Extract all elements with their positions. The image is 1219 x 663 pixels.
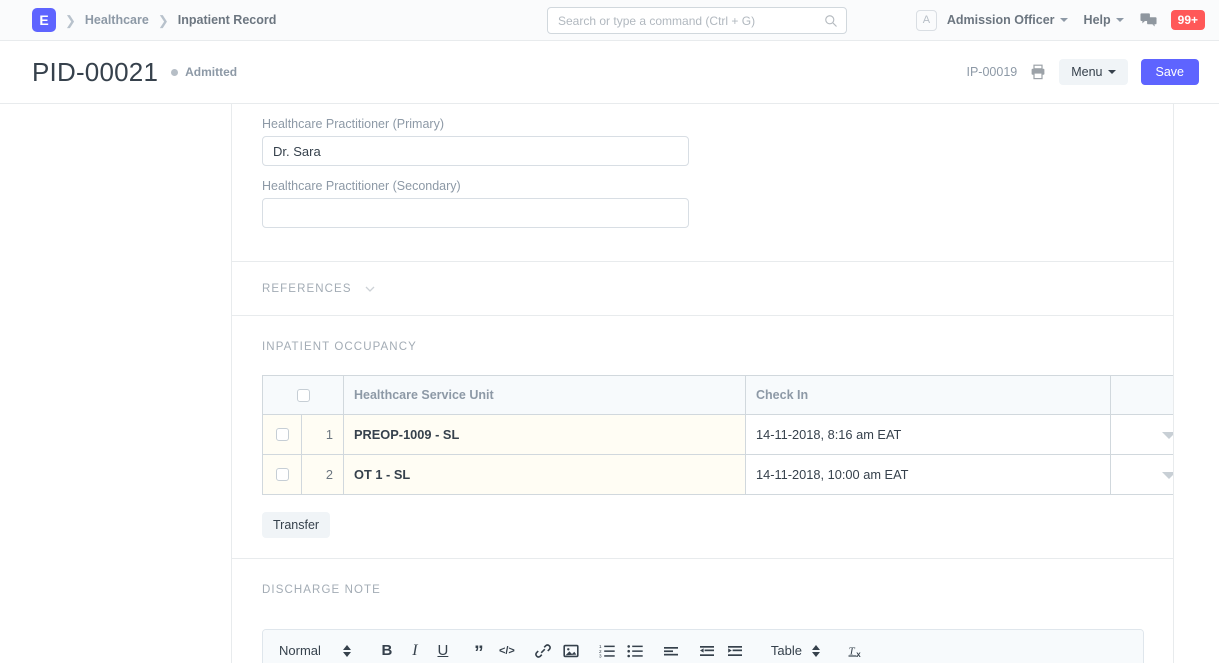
navbar-right: A Admission Officer Help 99+ — [916, 10, 1205, 31]
table-select[interactable]: Table — [767, 643, 824, 658]
chevron-down-icon[interactable] — [1162, 432, 1174, 439]
avatar[interactable]: A — [916, 10, 937, 31]
references-title: REFERENCES — [262, 283, 352, 295]
image-icon[interactable] — [557, 637, 585, 663]
inpatient-occupancy-section: INPATIENT OCCUPANCY Healthcare Service U… — [232, 316, 1173, 559]
chevron-down-icon[interactable] — [1162, 472, 1174, 479]
breadcrumb-healthcare[interactable]: Healthcare — [85, 13, 149, 27]
save-button[interactable]: Save — [1141, 59, 1200, 86]
chevron-updown-icon[interactable] — [343, 645, 351, 657]
row-service-unit[interactable]: PREOP-1009 - SL — [344, 415, 746, 455]
references-section[interactable]: REFERENCES — [232, 262, 1173, 316]
align-left-icon[interactable] — [657, 637, 685, 663]
column-header-unit[interactable]: Healthcare Service Unit — [344, 376, 746, 415]
page-title: PID-00021 — [32, 57, 158, 88]
primary-practitioner-input[interactable] — [262, 136, 689, 166]
select-all-checkbox[interactable] — [297, 389, 310, 402]
bold-icon[interactable]: B — [373, 637, 401, 663]
right-gutter — [1174, 104, 1219, 663]
clear-format-icon[interactable]: T x — [842, 637, 870, 663]
row-check-in[interactable]: 14-11-2018, 8:16 am EAT — [746, 415, 1111, 455]
ordered-list-icon[interactable]: 1 2 3 — [593, 637, 621, 663]
primary-practitioner-label: Healthcare Practitioner (Primary) — [262, 117, 1143, 131]
chat-icon[interactable] — [1140, 12, 1157, 29]
row-check-in[interactable]: 14-11-2018, 10:00 am EAT — [746, 455, 1111, 495]
row-index: 1 — [302, 415, 344, 455]
references-header[interactable]: REFERENCES — [262, 283, 376, 295]
notification-badge[interactable]: 99+ — [1171, 10, 1205, 30]
left-gutter — [0, 104, 231, 663]
status-badge: Admitted — [171, 65, 237, 79]
underline-icon[interactable]: U — [429, 637, 457, 663]
practitioner-section: Healthcare Practitioner (Primary) Health… — [232, 104, 1173, 262]
column-header-check-in[interactable]: Check In — [746, 376, 1111, 415]
table-row[interactable]: 2 OT 1 - SL 14-11-2018, 10:00 am EAT — [263, 455, 1175, 495]
row-checkbox-cell[interactable] — [263, 415, 302, 455]
row-checkbox[interactable] — [276, 468, 289, 481]
table-header-row: Healthcare Service Unit Check In — [263, 376, 1175, 415]
top-navbar: E ❯ Healthcare ❯ Inpatient Record A Admi… — [0, 0, 1219, 41]
form-card: Healthcare Practitioner (Primary) Health… — [231, 104, 1174, 663]
app-logo[interactable]: E — [32, 8, 56, 32]
printer-icon[interactable] — [1030, 64, 1046, 80]
code-icon[interactable]: </> — [493, 637, 521, 663]
transfer-button[interactable]: Transfer — [262, 512, 330, 538]
help-menu[interactable]: Help — [1084, 13, 1124, 27]
blockquote-icon[interactable]: ” — [465, 637, 493, 663]
svg-text:x: x — [856, 650, 861, 659]
discharge-note-section: DISCHARGE NOTE Normal B I U ” </> — [232, 559, 1173, 663]
table-row[interactable]: 1 PREOP-1009 - SL 14-11-2018, 8:16 am EA… — [263, 415, 1175, 455]
row-checkbox[interactable] — [276, 428, 289, 441]
italic-icon[interactable]: I — [401, 637, 429, 663]
table-select-value: Table — [771, 643, 802, 658]
chevron-down-icon — [1116, 18, 1124, 22]
menu-button[interactable]: Menu — [1059, 59, 1127, 86]
page-body: Healthcare Practitioner (Primary) Health… — [0, 104, 1219, 663]
row-index: 2 — [302, 455, 344, 495]
text-style-value: Normal — [279, 643, 321, 658]
editor-toolbar: Normal B I U ” </> — [263, 630, 1143, 663]
breadcrumb-separator-2: ❯ — [158, 14, 169, 27]
user-menu-label: Admission Officer — [947, 13, 1055, 27]
occupancy-table: Healthcare Service Unit Check In 1 PREOP… — [262, 375, 1174, 495]
svg-text:3: 3 — [599, 653, 602, 658]
menu-button-label: Menu — [1071, 66, 1102, 79]
outdent-icon[interactable] — [693, 637, 721, 663]
discharge-note-title: DISCHARGE NOTE — [262, 584, 1143, 596]
document-id: IP-00019 — [966, 65, 1017, 79]
breadcrumb-inpatient-record[interactable]: Inpatient Record — [178, 13, 277, 27]
text-style-select[interactable]: Normal — [275, 643, 355, 658]
secondary-practitioner-input[interactable] — [262, 198, 689, 228]
row-expand-cell[interactable] — [1111, 415, 1175, 455]
bullet-list-icon[interactable] — [621, 637, 649, 663]
secondary-practitioner-label: Healthcare Practitioner (Secondary) — [262, 179, 1143, 193]
indent-icon[interactable] — [721, 637, 749, 663]
row-expand-cell[interactable] — [1111, 455, 1175, 495]
chevron-down-icon — [1060, 18, 1068, 22]
chevron-updown-icon[interactable] — [812, 645, 820, 657]
help-menu-label: Help — [1084, 13, 1111, 27]
search-icon[interactable] — [824, 14, 838, 28]
occupancy-title: INPATIENT OCCUPANCY — [262, 341, 1143, 353]
page-header: PID-00021 Admitted IP-00019 Menu Save — [0, 41, 1219, 104]
user-menu[interactable]: Admission Officer — [947, 13, 1068, 27]
column-header-actions — [1111, 376, 1175, 415]
select-all-header[interactable] — [263, 376, 344, 415]
status-label: Admitted — [185, 65, 237, 79]
search-box[interactable] — [547, 7, 847, 34]
chevron-down-icon — [1108, 70, 1116, 74]
discharge-note-editor: Normal B I U ” </> — [262, 629, 1144, 663]
chevron-down-icon[interactable] — [364, 283, 376, 295]
status-dot-icon — [171, 69, 178, 76]
search-input[interactable] — [558, 14, 824, 28]
breadcrumb-separator-1: ❯ — [65, 14, 76, 27]
row-service-unit[interactable]: OT 1 - SL — [344, 455, 746, 495]
page-header-actions: IP-00019 Menu Save — [966, 59, 1199, 86]
row-checkbox-cell[interactable] — [263, 455, 302, 495]
link-icon[interactable] — [529, 637, 557, 663]
